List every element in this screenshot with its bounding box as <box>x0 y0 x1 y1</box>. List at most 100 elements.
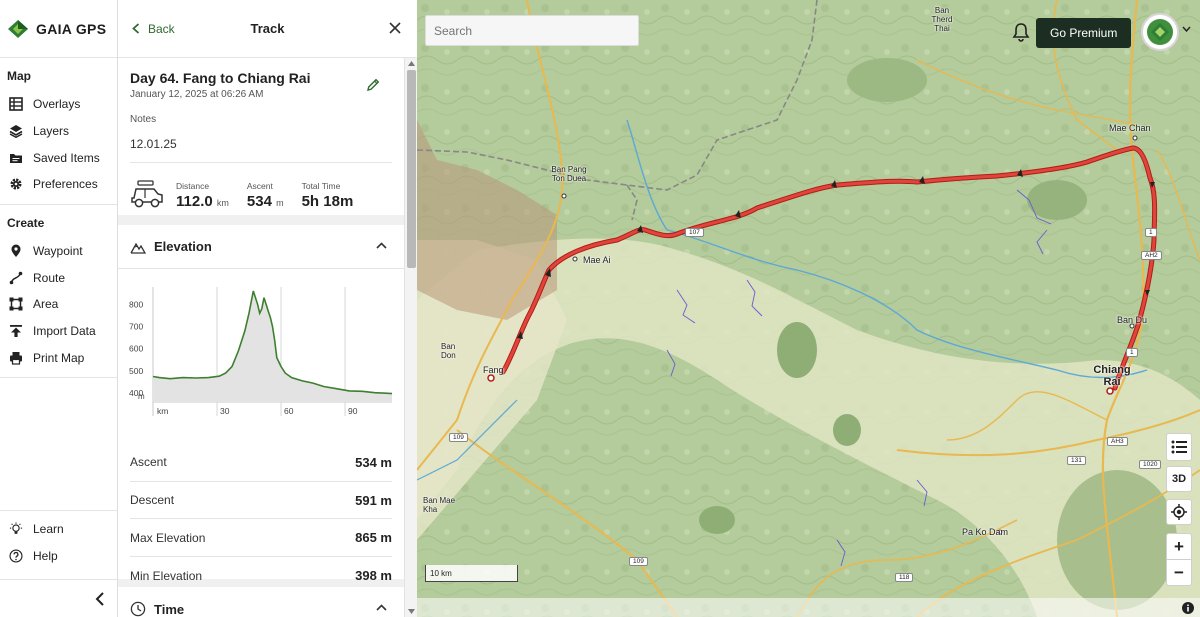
stat-unit: km <box>216 198 229 208</box>
row-value: 398 m <box>355 568 392 584</box>
road-shield: 118 <box>895 573 914 582</box>
edit-pencil-icon[interactable] <box>366 78 380 92</box>
attribution-bar <box>417 598 1200 617</box>
nav-bottom: Learn Help <box>0 508 117 569</box>
nav-label: Help <box>33 548 58 563</box>
overlays-icon <box>9 97 23 112</box>
gaia-avatar-icon <box>1147 19 1173 45</box>
road-shield: 109 <box>449 433 468 442</box>
elevation-section-header[interactable]: Elevation <box>118 225 404 269</box>
elevation-chart[interactable]: 30 60 90400500600700800mkm <box>118 277 404 425</box>
section-title: Elevation <box>154 239 212 254</box>
nav-heading-create: Create <box>7 215 45 230</box>
plus-icon: + <box>1174 536 1184 556</box>
elevation-card: 30 60 90 400 500 600 700 800 m km Ascent 534 m Des… <box>118 269 404 583</box>
help-icon <box>9 549 23 563</box>
chart-tick-label-x: 90 <box>348 406 358 416</box>
chart-tick-label-y: 500 <box>129 366 143 376</box>
stat-value: 5h 18m <box>301 193 354 210</box>
notes-label: Notes <box>130 114 157 125</box>
stat-value: 534 <box>246 193 272 210</box>
lightbulb-icon <box>9 522 23 534</box>
map-search-input[interactable] <box>425 15 639 46</box>
printer-icon <box>10 351 22 365</box>
nav-label: Import Data <box>33 324 96 339</box>
legend-list-button[interactable] <box>1166 433 1192 461</box>
row-value: 591 m <box>355 492 392 508</box>
clock-icon <box>130 601 146 617</box>
nav-item-learn[interactable]: Learn <box>0 516 117 543</box>
stat-total-time: Total Time 5h 18m <box>302 181 354 210</box>
gear-icon <box>10 178 22 190</box>
row-label: Max Elevation <box>130 530 206 545</box>
brand[interactable]: GAIA GPS <box>0 0 117 58</box>
track-info-card: Day 64. Fang to Chiang Rai January 12, 2… <box>118 58 404 215</box>
map-view[interactable]: Mae Chan Chiang Rai Mae Ai Fang Ban Du B… <box>417 0 1200 617</box>
nav-label: Area <box>33 297 59 312</box>
back-button[interactable]: Back <box>118 22 175 36</box>
locate-me-button[interactable] <box>1166 499 1192 525</box>
chart-area-fill <box>153 291 392 402</box>
scale-bar: 10 km <box>425 565 518 582</box>
nav-item-print-map[interactable]: Print Map <box>0 345 117 372</box>
panel-scrollbar[interactable] <box>404 58 417 617</box>
folder-icon <box>10 153 22 163</box>
stat-value: 112.0 <box>176 193 213 210</box>
bell-icon[interactable] <box>1012 22 1030 42</box>
nav-label: Layers <box>33 124 70 139</box>
row-label: Ascent <box>130 455 167 470</box>
chart-tick-label-y: 800 <box>129 299 143 309</box>
elevation-row: Ascent 534 m <box>130 444 392 482</box>
chart-tick-label-y: 600 <box>129 344 143 354</box>
scroll-down-arrow-icon[interactable] <box>405 606 417 616</box>
nav-item-help[interactable]: Help <box>0 542 117 569</box>
chart-tick-label-y: 700 <box>129 322 143 332</box>
chevron-up-icon <box>376 604 387 611</box>
road-shield: 1 <box>1145 228 1157 237</box>
nav-item-waypoint[interactable]: Waypoint <box>0 238 117 265</box>
time-section-header[interactable]: Time <box>118 587 404 617</box>
area-icon <box>9 297 23 311</box>
road-shield: AH2 <box>1141 251 1162 260</box>
go-premium-button[interactable]: Go Premium <box>1036 18 1132 48</box>
close-icon[interactable] <box>389 22 401 34</box>
elevation-row: Max Elevation 865 m <box>130 519 392 558</box>
activity-vehicle-icon <box>131 180 163 208</box>
zoom-out-button[interactable]: − <box>1166 559 1192 586</box>
chevron-up-icon <box>376 242 387 249</box>
chart-tick-label-x: 30 <box>220 406 230 416</box>
nav-item-overlays[interactable]: Overlays <box>0 91 117 118</box>
stat-ascent: Ascent 534 m <box>247 181 284 210</box>
nav-heading-map: Map <box>7 69 31 83</box>
scroll-up-arrow-icon[interactable] <box>405 59 417 69</box>
nav-item-import-data[interactable]: Import Data <box>0 318 117 345</box>
minus-icon: − <box>1174 562 1184 582</box>
avatar[interactable] <box>1141 13 1179 51</box>
zoom-in-button[interactable]: + <box>1166 533 1192 560</box>
info-icon[interactable] <box>1182 602 1194 614</box>
chart-xlabel: km <box>157 406 168 416</box>
nav-item-layers[interactable]: Layers <box>0 118 117 145</box>
nav-item-area[interactable]: Area <box>0 291 117 318</box>
toggle-3d-button[interactable]: 3D <box>1166 466 1192 492</box>
road-shield: 1 <box>1126 348 1138 357</box>
brand-name: GAIA GPS <box>36 20 107 37</box>
map-canvas[interactable] <box>417 0 1200 617</box>
nav-item-route[interactable]: Route <box>0 264 117 291</box>
mountain-icon <box>130 242 146 254</box>
nav-item-preferences[interactable]: Preferences <box>0 171 117 198</box>
scroll-thumb[interactable] <box>407 70 416 268</box>
back-label: Back <box>148 21 175 36</box>
row-label: Min Elevation <box>130 568 203 583</box>
chevron-down-icon[interactable] <box>1182 26 1191 32</box>
collapse-sidebar-button[interactable] <box>0 579 117 617</box>
section-title: Time <box>154 601 185 617</box>
chevron-left-icon <box>132 23 140 34</box>
track-date: January 12, 2025 at 06:26 AM <box>130 89 264 100</box>
route-icon <box>9 271 23 285</box>
nav-item-saved-items[interactable]: Saved Items <box>0 144 117 171</box>
waypoint-pin-icon <box>11 244 21 258</box>
crosshair-icon <box>1171 504 1187 520</box>
track-name: Day 64. Fang to Chiang Rai <box>130 70 311 86</box>
nav-label: Learn <box>33 521 64 536</box>
